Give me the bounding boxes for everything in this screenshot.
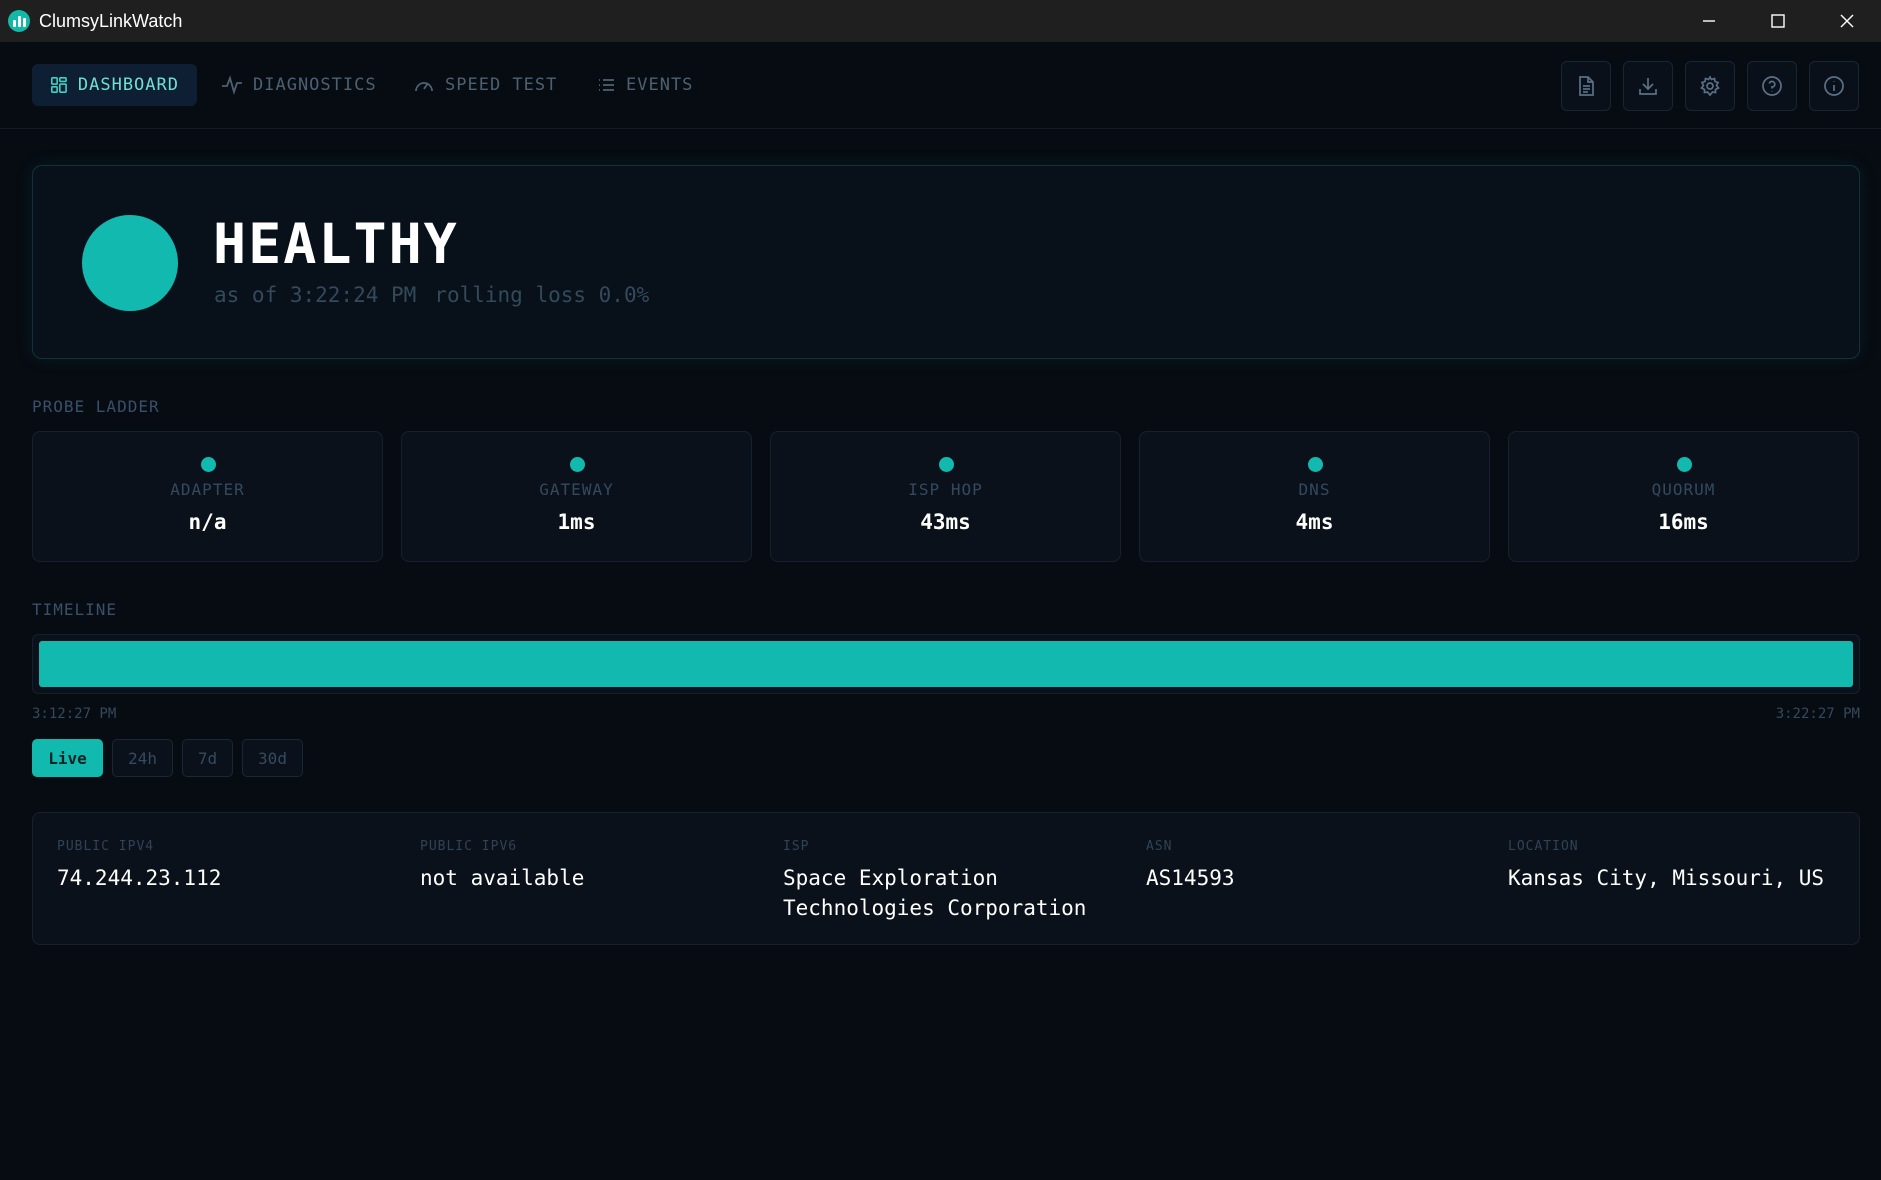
probe-status-dot	[1307, 457, 1323, 472]
help-button[interactable]	[1747, 61, 1797, 111]
asn-field: ASN AS14593	[1146, 839, 1235, 893]
tab-diagnostics[interactable]: DIAGNOSTICS	[203, 64, 395, 106]
window-title: ClumsyLinkWatch	[39, 10, 183, 31]
maximize-icon	[1770, 14, 1785, 28]
timeline-healthy-bar	[39, 641, 1853, 687]
minimize-button[interactable]	[1674, 0, 1743, 42]
field-label: ISP	[783, 839, 810, 854]
field-label: PUBLIC IPV6	[420, 839, 518, 854]
probe-status-dot	[569, 457, 585, 472]
tab-speed-test[interactable]: SPEED TEST	[395, 64, 575, 106]
status-title: HEALTHY	[213, 212, 459, 276]
tab-label: SPEED TEST	[445, 75, 558, 95]
info-button[interactable]	[1809, 61, 1859, 111]
status-indicator	[82, 215, 178, 311]
tab-events[interactable]: EVENTS	[578, 64, 711, 106]
download-button[interactable]	[1623, 61, 1673, 111]
gauge-icon	[415, 82, 433, 92]
tab-label: DIAGNOSTICS	[253, 75, 377, 95]
network-info-card: PUBLIC IPV4 74.244.23.112 PUBLIC IPV6 no…	[32, 812, 1860, 945]
report-icon	[1579, 76, 1594, 96]
tab-dashboard[interactable]: DASHBOARD	[32, 64, 197, 106]
tab-label: EVENTS	[626, 75, 694, 95]
probe-name: DNS	[1298, 480, 1331, 499]
asn-value: AS14593	[1146, 866, 1235, 890]
probe-status-dot	[1676, 457, 1692, 472]
probe-value: 4ms	[1295, 510, 1334, 534]
bar-chart-icon	[8, 10, 30, 32]
location-value: Kansas City, Missouri, US	[1508, 866, 1825, 890]
probe-status-dot	[938, 457, 954, 472]
public-ipv6-value: not available	[420, 866, 585, 890]
settings-icon	[1700, 75, 1720, 97]
probe-value: n/a	[188, 510, 227, 534]
probe-name: ADAPTER	[170, 480, 245, 499]
probe-status-dot	[200, 457, 216, 472]
top-nav: DASHBOARD DIAGNOSTICS SPEED TEST EVENTS	[0, 42, 1881, 129]
timeline[interactable]	[32, 634, 1860, 694]
probe-value: 16ms	[1658, 510, 1709, 534]
probe-card-adapter: ADAPTER n/a	[32, 431, 383, 562]
range-live-button[interactable]: Live	[32, 739, 103, 777]
settings-button[interactable]	[1685, 61, 1735, 111]
window-controls	[1674, 0, 1881, 42]
probe-card-isp-hop: ISP HOP 43ms	[770, 431, 1121, 562]
probe-name: QUORUM	[1651, 480, 1716, 499]
grid-icon	[50, 77, 67, 93]
public-ipv4-value: 74.244.23.112	[57, 866, 222, 890]
timeline-end-time: 3:22:27 PM	[1775, 706, 1860, 722]
maximize-button[interactable]	[1743, 0, 1812, 42]
isp-value: Space Exploration Technologies Corporati…	[783, 866, 1087, 920]
close-button[interactable]	[1812, 0, 1881, 42]
isp-field: ISP Space Exploration Technologies Corpo…	[783, 839, 1113, 923]
title-bar: ClumsyLinkWatch	[0, 0, 1881, 42]
help-icon	[1762, 76, 1782, 96]
timeline-start-time: 3:12:27 PM	[32, 706, 117, 722]
probe-ladder-label: PROBE LADDER	[32, 397, 160, 416]
probe-card-gateway: GATEWAY 1ms	[401, 431, 752, 562]
status-subtitle: as of 3:22:24 PM rolling loss 0.0%	[214, 283, 649, 307]
public-ipv6-field: PUBLIC IPV6 not available	[420, 839, 584, 893]
range-30d-button[interactable]: 30d	[242, 739, 303, 777]
range-7d-button[interactable]: 7d	[182, 739, 233, 777]
probe-value: 43ms	[920, 510, 971, 534]
health-status-card: HEALTHY as of 3:22:24 PM rolling loss 0.…	[32, 165, 1860, 359]
status-timestamp: as of 3:22:24 PM	[214, 283, 417, 307]
probe-card-quorum: QUORUM 16ms	[1508, 431, 1859, 562]
probe-value: 1ms	[557, 510, 596, 534]
info-icon	[1824, 76, 1844, 96]
range-24h-button[interactable]: 24h	[112, 739, 173, 777]
rolling-loss: rolling loss 0.0%	[434, 283, 650, 307]
probe-name: GATEWAY	[539, 480, 614, 499]
tab-label: DASHBOARD	[77, 75, 179, 95]
close-icon	[1840, 14, 1853, 28]
minimize-icon	[1702, 20, 1715, 22]
field-label: LOCATION	[1508, 839, 1579, 854]
probe-card-dns: DNS 4ms	[1139, 431, 1490, 562]
report-button[interactable]	[1561, 61, 1611, 111]
timeline-label: TIMELINE	[32, 600, 118, 619]
field-label: ASN	[1146, 839, 1173, 854]
location-field: LOCATION Kansas City, Missouri, US	[1508, 839, 1824, 893]
public-ipv4-field: PUBLIC IPV4 74.244.23.112	[57, 839, 221, 893]
pulse-icon	[222, 75, 242, 95]
field-label: PUBLIC IPV4	[57, 839, 155, 854]
probe-name: ISP HOP	[908, 480, 983, 499]
download-icon	[1639, 78, 1657, 95]
list-icon	[599, 79, 614, 91]
